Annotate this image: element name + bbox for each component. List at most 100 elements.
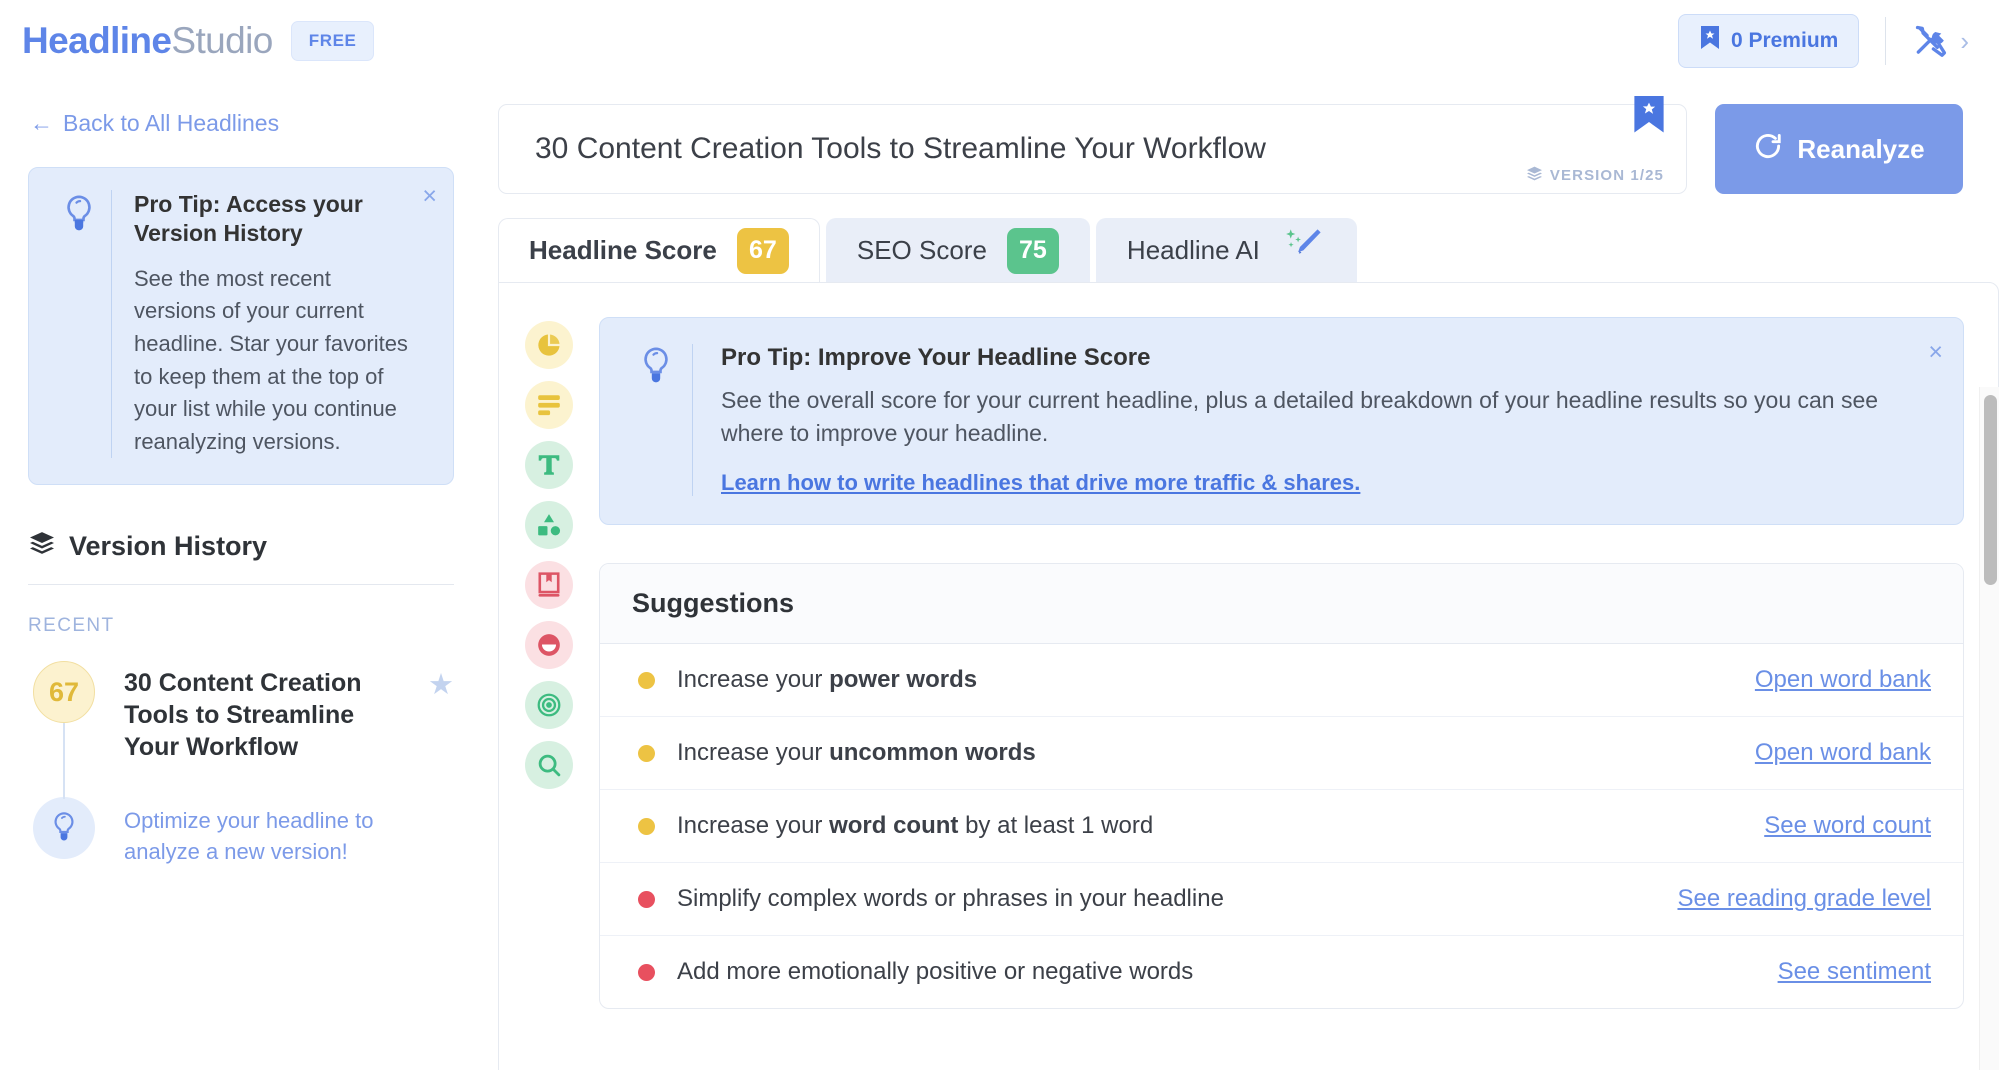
- version-indicator: VERSION 1/25: [1526, 166, 1664, 185]
- app-logo[interactable]: HeadlineStudio: [22, 20, 273, 62]
- headline-row: 30 Content Creation Tools to Streamline …: [490, 82, 1999, 194]
- suggestion-strong: power words: [829, 666, 977, 693]
- main-content: 30 Content Creation Tools to Streamline …: [490, 82, 1999, 1070]
- suggestion-link[interactable]: Open word bank: [1755, 739, 1931, 767]
- status-dot: [638, 745, 655, 762]
- back-link-label: Back to All Headlines: [63, 110, 279, 137]
- sparkle-pencil-icon: [1280, 224, 1326, 277]
- suggestion-link[interactable]: See word count: [1764, 812, 1931, 840]
- top-bar-right: 0 Premium ›: [1678, 14, 1969, 68]
- refresh-icon: [1753, 131, 1783, 168]
- list-lines-icon[interactable]: [525, 381, 573, 429]
- sidebar: ← Back to All Headlines Pro Tip: Access …: [0, 82, 490, 1070]
- book-bookmark-icon[interactable]: [525, 561, 573, 609]
- close-icon[interactable]: ×: [1928, 340, 1943, 365]
- status-dot: [638, 672, 655, 689]
- chevron-right-icon[interactable]: ›: [1960, 26, 1969, 57]
- suggestion-post: by at least 1 word: [958, 812, 1153, 839]
- topbar-divider: [1885, 17, 1886, 65]
- target-icon[interactable]: [525, 681, 573, 729]
- seo-score-badge: 75: [1007, 228, 1059, 274]
- search-icon[interactable]: [525, 741, 573, 789]
- close-icon[interactable]: ×: [422, 184, 437, 209]
- suggestion-row: Increase your word count by at least 1 w…: [600, 790, 1963, 863]
- panel-content: Pro Tip: Improve Your Headline Score See…: [599, 283, 1998, 1070]
- suggestion-link[interactable]: Open word bank: [1755, 666, 1931, 694]
- reanalyze-label: Reanalyze: [1797, 134, 1924, 165]
- typography-t-icon[interactable]: [525, 441, 573, 489]
- sentiment-face-icon[interactable]: [525, 621, 573, 669]
- score-tabs: Headline Score 67 SEO Score 75 Headline …: [490, 194, 1999, 282]
- status-dot: [638, 964, 655, 981]
- optimize-prompt-text: Optimize your headline to analyze a new …: [124, 797, 454, 867]
- optimize-prompt-row: Optimize your headline to analyze a new …: [28, 797, 454, 867]
- sidebar-pro-tip-text: See the most recent versions of your cur…: [134, 263, 409, 458]
- tab-seo-score[interactable]: SEO Score 75: [826, 218, 1090, 282]
- logo-light-part: Studio: [171, 20, 272, 61]
- vertical-scrollbar[interactable]: [1979, 387, 1999, 1070]
- version-score-badge: 67: [33, 661, 95, 723]
- suggestion-strong: uncommon words: [829, 739, 1036, 766]
- pie-chart-icon[interactable]: [525, 321, 573, 369]
- improve-score-pro-tip: Pro Tip: Improve Your Headline Score See…: [599, 317, 1964, 525]
- improve-score-pro-tip-body: Pro Tip: Improve Your Headline Score See…: [721, 344, 1943, 496]
- premium-count-label: 0 Premium: [1731, 29, 1838, 53]
- suggestion-row: Increase your uncommon words Open word b…: [600, 717, 1963, 790]
- tab-headline-score-label: Headline Score: [529, 235, 717, 266]
- lightbulb-icon: [33, 797, 95, 859]
- learn-how-link[interactable]: Learn how to write headlines that drive …: [721, 470, 1360, 496]
- reanalyze-button[interactable]: Reanalyze: [1715, 104, 1963, 194]
- suggestion-pre: Increase your: [677, 812, 829, 839]
- premium-count-button[interactable]: 0 Premium: [1678, 14, 1859, 68]
- layers-icon: [1526, 166, 1543, 185]
- optimize-icon-column: [28, 797, 100, 867]
- version-history-title: Version History: [69, 531, 267, 562]
- suggestions-heading: Suggestions: [600, 564, 1963, 644]
- tools-icon[interactable]: [1912, 22, 1950, 60]
- sidebar-pro-tip-title: Pro Tip: Access your Version History: [134, 190, 409, 249]
- suggestion-pre: Increase your: [677, 666, 829, 693]
- suggestion-text: Increase your power words: [677, 666, 1733, 694]
- sidebar-pro-tip-body: Pro Tip: Access your Version History See…: [134, 190, 435, 458]
- page-layout: ← Back to All Headlines Pro Tip: Access …: [0, 82, 1999, 1070]
- tab-headline-score[interactable]: Headline Score 67: [498, 218, 820, 282]
- version-score-column: 67: [28, 661, 100, 799]
- layers-icon: [28, 531, 56, 562]
- suggestion-link[interactable]: See reading grade level: [1677, 885, 1931, 913]
- top-bar: HeadlineStudio FREE 0 Premium ›: [0, 0, 1999, 82]
- lightbulb-icon: [620, 344, 692, 496]
- suggestion-link[interactable]: See sentiment: [1778, 958, 1931, 986]
- headline-input[interactable]: 30 Content Creation Tools to Streamline …: [498, 104, 1687, 194]
- suggestion-text: Add more emotionally positive or negativ…: [677, 958, 1756, 986]
- metric-icon-rail: [499, 283, 599, 1070]
- suggestion-text: Simplify complex words or phrases in you…: [677, 885, 1655, 913]
- free-plan-badge: FREE: [291, 21, 375, 61]
- headline-score-panel: Pro Tip: Improve Your Headline Score See…: [498, 282, 1999, 1070]
- suggestion-pre: Add more emotionally positive or negativ…: [677, 958, 1193, 985]
- sidebar-pro-tip-card: Pro Tip: Access your Version History See…: [28, 167, 454, 485]
- logo-bold-part: Headline: [22, 20, 171, 61]
- suggestion-text: Increase your word count by at least 1 w…: [677, 812, 1742, 840]
- brand-area: HeadlineStudio FREE: [22, 20, 374, 62]
- tab-headline-ai[interactable]: Headline AI: [1096, 218, 1357, 282]
- scrollbar-thumb[interactable]: [1984, 395, 1997, 585]
- suggestion-text: Increase your uncommon words: [677, 739, 1733, 767]
- version-list-item[interactable]: 67 30 Content Creation Tools to Streamli…: [28, 661, 454, 799]
- improve-score-pro-tip-text: See the overall score for your current h…: [721, 384, 1903, 450]
- tip-divider: [111, 190, 112, 458]
- improve-score-pro-tip-title: Pro Tip: Improve Your Headline Score: [721, 344, 1903, 372]
- status-dot: [638, 891, 655, 908]
- status-dot: [638, 818, 655, 835]
- back-to-all-headlines-link[interactable]: ← Back to All Headlines: [30, 110, 279, 137]
- sidebar-divider: [28, 584, 454, 585]
- shapes-icon[interactable]: [525, 501, 573, 549]
- suggestion-pre: Increase your: [677, 739, 829, 766]
- suggestion-row: Add more emotionally positive or negativ…: [600, 936, 1963, 1008]
- suggestion-row: Increase your power words Open word bank: [600, 644, 1963, 717]
- headline-score-badge: 67: [737, 228, 789, 274]
- arrow-left-icon: ←: [30, 110, 53, 137]
- bookmark-star-icon[interactable]: [1634, 96, 1664, 134]
- suggestion-row: Simplify complex words or phrases in you…: [600, 863, 1963, 936]
- star-icon[interactable]: ★: [428, 661, 454, 799]
- suggestions-card: Suggestions Increase your power words Op…: [599, 563, 1964, 1009]
